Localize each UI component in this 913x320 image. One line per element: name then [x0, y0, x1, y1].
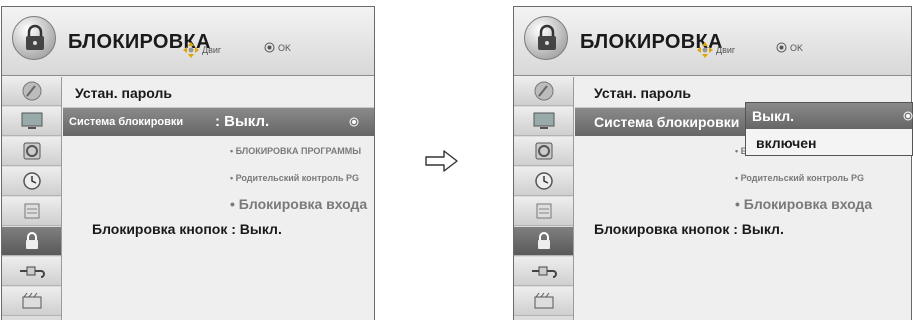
lock-system-value: : Выкл.	[215, 113, 270, 130]
ok-hint-label: OK	[790, 42, 804, 53]
sidebar-item-media[interactable]	[2, 287, 61, 316]
program-lock-item[interactable]: • БЛОКИРОВКА ПРОГРАММЫ	[230, 146, 361, 156]
menu-header: БЛОКИРОВКА Двиг OK	[2, 7, 374, 76]
ok-button-icon	[776, 42, 787, 53]
sidebar-item-lock[interactable]	[514, 227, 573, 256]
sidebar-item-option[interactable]	[2, 197, 61, 226]
key-lock-item[interactable]: Блокировка кнопок : Выкл.	[92, 221, 282, 237]
category-sidebar	[2, 77, 62, 320]
sidebar-item-input[interactable]	[514, 257, 573, 286]
sidebar-item-media[interactable]	[514, 287, 573, 316]
sidebar-item-lock[interactable]	[2, 227, 61, 256]
lock-system-dropdown: Выкл. включен	[745, 102, 913, 156]
sidebar-item-option[interactable]	[514, 197, 573, 226]
set-password-item[interactable]: Устан. пароль	[75, 85, 172, 101]
sidebar-item-input[interactable]	[2, 257, 61, 286]
sidebar-item-audio[interactable]	[2, 137, 61, 166]
ok-hint: OK	[776, 42, 803, 53]
ok-hint: OK	[264, 42, 291, 53]
menu-header: БЛОКИРОВКА Двиг OK	[514, 7, 911, 76]
dpad-icon	[183, 42, 199, 58]
navigate-hint: Двиг	[697, 42, 735, 58]
clock-icon	[22, 172, 41, 190]
parental-control-item[interactable]: • Родительский контроль PG	[735, 173, 864, 183]
navigate-hint-label: Двиг	[716, 45, 736, 55]
speaker-icon	[535, 142, 552, 160]
lock-system-label: Система блокировки	[594, 114, 740, 130]
clock-icon	[534, 172, 553, 190]
transition-arrow-icon	[425, 150, 458, 172]
osd-screen-before: БЛОКИРОВКА Двиг OK Устан. пароль Система…	[1, 6, 375, 320]
dropdown-option-off[interactable]: Выкл.	[746, 103, 913, 129]
input-plug-icon	[531, 266, 557, 278]
osd-screen-after: БЛОКИРОВКА Двиг OK Устан. пароль Система…	[513, 6, 913, 320]
category-sidebar	[514, 77, 574, 320]
input-lock-item[interactable]: • Блокировка входа	[735, 196, 872, 212]
parental-control-item[interactable]: • Родительский контроль PG	[230, 173, 359, 183]
set-password-item[interactable]: Устан. пароль	[594, 85, 691, 101]
key-lock-item[interactable]: Блокировка кнопок : Выкл.	[594, 221, 784, 237]
media-icon	[22, 292, 41, 309]
sidebar-item-picture[interactable]	[514, 107, 573, 136]
sidebar-item-setup[interactable]	[514, 77, 573, 106]
satellite-dish-icon	[534, 81, 553, 101]
lock-system-label: Система блокировки	[69, 116, 184, 128]
dropdown-option-off-label: Выкл.	[752, 108, 795, 124]
sidebar-item-audio[interactable]	[514, 137, 573, 166]
lock-icon	[25, 232, 38, 249]
navigate-hint-label: Двиг	[202, 45, 222, 55]
sidebar-item-time[interactable]	[2, 167, 61, 196]
dpad-icon	[697, 42, 713, 58]
sidebar-item-setup[interactable]	[2, 77, 61, 106]
sidebar-item-picture[interactable]	[2, 107, 61, 136]
input-lock-item[interactable]: • Блокировка входа	[230, 196, 367, 212]
selected-radio-icon	[903, 111, 913, 121]
menu-content: Устан. пароль Система блокировки : Выкл.…	[63, 77, 374, 320]
ok-button-icon	[264, 42, 275, 53]
option-icon	[24, 203, 39, 219]
ok-hint-label: OK	[278, 42, 292, 53]
lock-system-row[interactable]: Система блокировки : Выкл.	[63, 108, 374, 136]
speaker-icon	[23, 142, 40, 160]
selected-radio-icon	[349, 117, 359, 127]
dropdown-option-on[interactable]: включен	[746, 130, 912, 157]
lock-menu-icon	[12, 16, 56, 60]
monitor-icon	[533, 112, 554, 129]
lock-menu-icon	[524, 16, 568, 60]
sidebar-item-time[interactable]	[514, 167, 573, 196]
navigate-hint: Двиг	[183, 42, 221, 58]
satellite-dish-icon	[22, 81, 41, 101]
option-icon	[536, 203, 551, 219]
lock-icon	[537, 232, 550, 249]
media-icon	[534, 292, 553, 309]
monitor-icon	[21, 112, 42, 129]
input-plug-icon	[19, 266, 45, 278]
